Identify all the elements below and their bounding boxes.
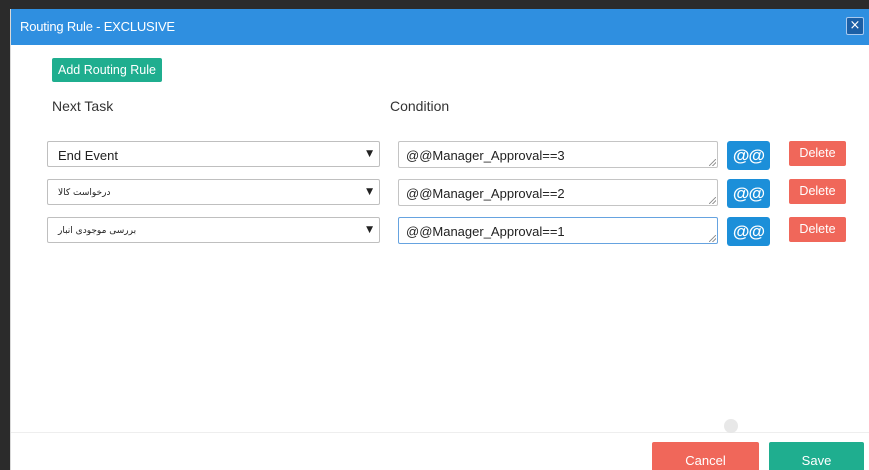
insert-variable-button[interactable]: @@ xyxy=(727,179,770,208)
next-task-value: درخواست کالا xyxy=(58,188,111,198)
resize-grip-icon[interactable] xyxy=(709,159,716,166)
insert-variable-button[interactable]: @@ xyxy=(727,141,770,170)
condition-input[interactable]: @@Manager_Approval==2 xyxy=(398,179,718,206)
condition-text: @@Manager_Approval==1 xyxy=(406,224,565,239)
condition-input[interactable]: @@Manager_Approval==3 xyxy=(398,141,718,168)
resize-grip-icon[interactable] xyxy=(709,235,716,242)
next-task-value: بررسی موجودی انبار xyxy=(58,226,137,236)
dropdown-caret-icon: ▼ xyxy=(366,149,373,159)
dialog-title: Routing Rule - EXCLUSIVE xyxy=(20,19,175,34)
dialog-titlebar: Routing Rule - EXCLUSIVE × xyxy=(11,9,869,45)
insert-variable-button[interactable]: @@ xyxy=(727,217,770,246)
routing-rule-dialog: Routing Rule - EXCLUSIVE × Add Routing R… xyxy=(10,9,869,470)
dropdown-caret-icon: ▼ xyxy=(366,187,373,197)
mouse-cursor-indicator xyxy=(724,419,738,433)
condition-input[interactable]: @@Manager_Approval==1 xyxy=(398,217,718,244)
dropdown-caret-icon: ▼ xyxy=(366,225,373,235)
close-icon[interactable]: × xyxy=(846,17,864,35)
add-routing-rule-button[interactable]: Add Routing Rule xyxy=(52,58,162,82)
routing-rule-row: End Event ▼ @@Manager_Approval==3 @@ Del… xyxy=(11,141,869,170)
delete-button[interactable]: Delete xyxy=(789,217,846,242)
routing-rule-row: درخواست کالا ▼ @@Manager_Approval==2 @@ … xyxy=(11,179,869,208)
next-task-select[interactable]: بررسی موجودی انبار ▼ xyxy=(47,217,380,243)
footer-divider xyxy=(11,432,869,433)
delete-button[interactable]: Delete xyxy=(789,141,846,166)
next-task-header: Next Task xyxy=(52,98,114,114)
cancel-button[interactable]: Cancel xyxy=(652,442,759,470)
routing-rule-row: بررسی موجودی انبار ▼ @@Manager_Approval=… xyxy=(11,217,869,246)
condition-header: Condition xyxy=(390,98,450,114)
next-task-value: End Event xyxy=(58,148,118,163)
delete-button[interactable]: Delete xyxy=(789,179,846,204)
next-task-select[interactable]: درخواست کالا ▼ xyxy=(47,179,380,205)
resize-grip-icon[interactable] xyxy=(709,197,716,204)
condition-text: @@Manager_Approval==3 xyxy=(406,148,565,163)
condition-text: @@Manager_Approval==2 xyxy=(406,186,565,201)
save-button[interactable]: Save xyxy=(769,442,864,470)
next-task-select[interactable]: End Event ▼ xyxy=(47,141,380,167)
